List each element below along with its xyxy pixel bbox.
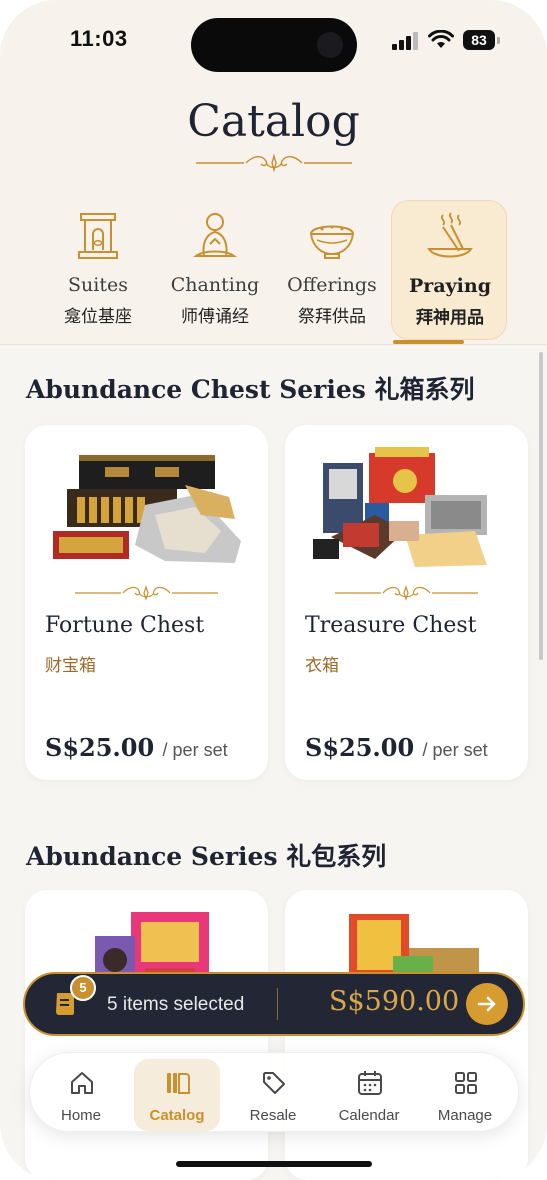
treasure-chest-image [313, 447, 487, 567]
product-price-row: S$25.00 / per set [305, 733, 488, 762]
card-ornament-icon [335, 585, 478, 601]
cart-summary-bar[interactable]: 5 5 items selected S$590.00 [23, 972, 525, 1036]
tab-label-en: Suites [68, 274, 128, 296]
price-unit: / per set [422, 740, 488, 760]
wifi-icon [428, 30, 454, 48]
tag-icon [263, 1072, 285, 1094]
arrow-right-icon [477, 996, 496, 1012]
product-card-treasure-chest[interactable]: Treasure Chest 衣箱 S$25.00 / per set [285, 425, 528, 780]
cart-total: S$590.00 [329, 986, 460, 1017]
product-price-row: S$25.00 / per set [45, 733, 228, 762]
cart-count-badge: 5 [70, 975, 96, 1001]
catalog-icon [167, 1073, 190, 1094]
tab-label-en: Praying [409, 275, 491, 297]
status-time: 11:03 [70, 26, 128, 51]
price-unit: / per set [162, 740, 228, 760]
nav-home[interactable]: Home [38, 1059, 124, 1131]
home-icon [71, 1072, 93, 1094]
nav-label: Catalog [149, 1107, 205, 1124]
tab-offerings[interactable]: Offerings 祭拜供品 [274, 200, 390, 340]
product-price: S$25.00 [45, 733, 155, 762]
cart-count-text: 5 items selected [107, 994, 245, 1015]
tab-label-zh: 龛位基座 [64, 307, 132, 326]
checkout-button[interactable] [466, 983, 508, 1025]
product-card-fortune-chest[interactable]: Fortune Chest 财宝箱 S$25.00 / per set [25, 425, 268, 780]
phone-screen: 11:03 83 Catalog Suites 龛位基座 Chanting 师傅… [0, 0, 547, 1180]
page-title: Catalog [187, 96, 360, 147]
product-name: Fortune Chest [45, 613, 205, 638]
tab-suites[interactable]: Suites 龛位基座 [40, 200, 156, 340]
tab-label-en: Offerings [287, 274, 377, 296]
tab-label-zh: 祭拜供品 [298, 307, 366, 326]
grid-icon [455, 1072, 477, 1094]
product-name-zh: 衣箱 [305, 656, 339, 675]
incense-icon [427, 212, 473, 258]
tab-label-en: Chanting [170, 274, 260, 296]
nav-resale[interactable]: Resale [230, 1059, 316, 1131]
scrollbar[interactable] [539, 352, 543, 660]
header: 11:03 83 Catalog Suites 龛位基座 Chanting 师傅… [0, 0, 547, 345]
home-indicator[interactable] [176, 1161, 372, 1167]
shrine-icon [78, 213, 118, 259]
tab-praying[interactable]: Praying 拜神用品 [391, 200, 507, 340]
tab-label-zh: 拜神用品 [416, 308, 484, 327]
section-title: Abundance Series 礼包系列 [26, 842, 387, 871]
tab-chanting[interactable]: Chanting 师傅诵经 [157, 200, 273, 340]
card-ornament-icon [75, 585, 218, 601]
product-price: S$25.00 [305, 733, 415, 762]
nav-label: Calendar [338, 1107, 400, 1124]
title-flourish-icon [196, 153, 352, 173]
nav-catalog[interactable]: Catalog [134, 1059, 220, 1131]
product-name-zh: 财宝箱 [45, 656, 96, 675]
bottom-nav: Home Catalog Resale Calendar Manage [29, 1052, 519, 1132]
category-tabs: Suites 龛位基座 Chanting 师傅诵经 Offerings 祭拜供品… [40, 200, 520, 345]
calendar-icon [358, 1071, 382, 1095]
fortune-chest-image [53, 455, 241, 563]
status-bar: 11:03 83 [0, 0, 547, 80]
nav-label: Home [60, 1107, 101, 1124]
tab-label-zh: 师傅诵经 [181, 307, 249, 326]
product-name: Treasure Chest [305, 613, 477, 638]
rice-bowl-icon [309, 225, 355, 259]
battery-icon: 83 [463, 30, 495, 50]
signal-icon [392, 32, 418, 50]
nav-calendar[interactable]: Calendar [326, 1059, 412, 1131]
monk-icon [192, 213, 238, 257]
nav-manage[interactable]: Manage [422, 1059, 508, 1131]
section-title: Abundance Chest Series 礼箱系列 [26, 375, 475, 404]
dynamic-island [191, 18, 357, 72]
nav-label: Manage [437, 1107, 493, 1124]
nav-label: Resale [249, 1107, 297, 1124]
